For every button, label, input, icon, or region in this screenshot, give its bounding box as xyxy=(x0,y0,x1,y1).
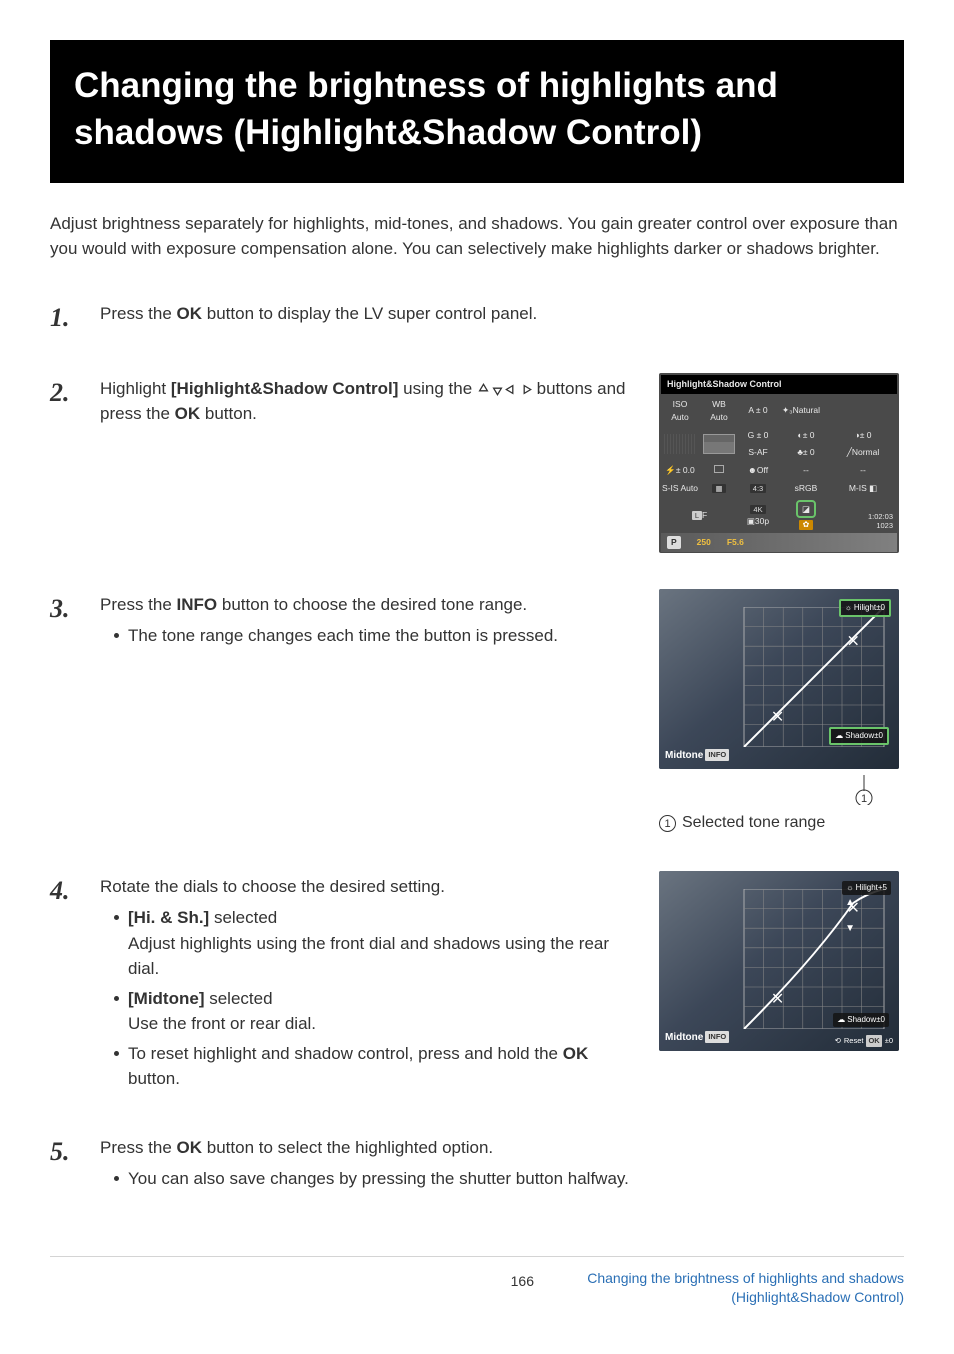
step-1-text-a: Press the xyxy=(100,304,177,323)
step-3-text-c: button to choose the desired tone range. xyxy=(217,595,527,614)
caption-text: Selected tone range xyxy=(682,811,825,835)
midtone-label: Midtone INFO xyxy=(665,1030,729,1045)
step-2: 2. Highlight [Highlight&Shadow Control] … xyxy=(50,373,904,553)
step-5-ok: OK xyxy=(177,1138,203,1157)
step-4: 4. Rotate the dials to choose the desire… xyxy=(50,871,904,1096)
svg-text:1: 1 xyxy=(861,793,867,805)
step-1-text-c: button to display the LV super control p… xyxy=(202,304,537,323)
callout-line: 1 xyxy=(659,775,899,805)
gear-icon: ✿ xyxy=(799,520,813,530)
step-5-text: Press the OK button to select the highli… xyxy=(100,1135,904,1161)
lv-m-is: M-IS ◧ xyxy=(835,480,891,497)
step-4-bullet-1: [Hi. & Sh.] selected Adjust highlights u… xyxy=(114,905,642,982)
lv-g-comp: G ± 0 xyxy=(739,427,777,444)
step-2-label: [Highlight&Shadow Control] xyxy=(171,379,399,398)
lv-normal: ╱Normal xyxy=(835,444,891,461)
page-footer: 166 Changing the brightness of highlight… xyxy=(50,1256,904,1308)
arrow-pad-glyph xyxy=(477,383,532,396)
caret-down-icon: ▼ xyxy=(845,921,855,936)
step-1: 1. Press the OK button to display the LV… xyxy=(50,298,904,337)
lv-s-af: S-AF xyxy=(739,444,777,461)
lv-shutter: 250 xyxy=(697,536,711,549)
step-4-b1-label: [Hi. & Sh.] xyxy=(128,908,209,927)
lv-s-is: S-IS Auto xyxy=(661,480,699,497)
caption-number: 1 xyxy=(659,815,676,832)
page-title: Changing the brightness of highlights an… xyxy=(50,40,904,183)
step-1-ok: OK xyxy=(177,304,203,323)
step-4-b1-sel: selected xyxy=(209,908,277,927)
lv-dash1: -- xyxy=(778,462,834,479)
lv-movie: 4K▣30p xyxy=(739,501,777,531)
step-2-number: 2. xyxy=(50,378,70,407)
midtone-label: Midtone INFO xyxy=(665,748,729,763)
lv-lf: LF xyxy=(661,507,738,524)
step-4-b3-c: button. xyxy=(128,1069,180,1088)
step-3-info: INFO xyxy=(177,595,218,614)
step-4-text: Rotate the dials to choose the desired s… xyxy=(100,874,642,900)
step-5-text-c: button to select the highlighted option. xyxy=(202,1138,493,1157)
lv-a-comp: A ± 0 xyxy=(739,402,777,419)
step-1-number: 1. xyxy=(50,303,70,332)
shadow-badge: ☁Shadow±0 xyxy=(833,1013,889,1027)
step-4-bullet-2: [Midtone] selected Use the front or rear… xyxy=(114,986,642,1037)
lv-face-off: ☻Off xyxy=(739,462,777,479)
step-3-caption: 1 Selected tone range xyxy=(659,811,899,835)
lv-super-control-panel: Highlight&Shadow Control ISOAuto WBAuto … xyxy=(659,373,899,553)
page-number: 166 xyxy=(511,1271,534,1292)
lv-saturation: ♣± 0 xyxy=(778,444,834,461)
lv-aspect: 4:3 xyxy=(739,480,777,497)
step-3-bullet-1: The tone range changes each time the but… xyxy=(114,623,642,649)
caret-up-icon: ▲ xyxy=(845,895,855,910)
step-5-number: 5. xyxy=(50,1137,70,1166)
tone-curve-panel-a: ☼Hilight±0 ☁Shadow±0 Midtone INFO xyxy=(659,589,899,769)
tone-curve-panel-b: ▲ ▼ ☼Hilight+5 ☁Shadow±0 Midtone INFO ⟲R… xyxy=(659,871,899,1051)
lv-aperture: F5.6 xyxy=(727,536,744,549)
step-4-b3-ok: OK xyxy=(563,1044,589,1063)
reset-ok-hint: ⟲Reset OK±0 xyxy=(835,1035,893,1046)
lv-dash2: -- xyxy=(835,462,891,479)
lv-panel-header: Highlight&Shadow Control xyxy=(661,375,897,395)
step-2-text-a: Highlight xyxy=(100,379,171,398)
step-5-text-a: Press the xyxy=(100,1138,177,1157)
step-3: 3. Press the INFO button to choose the d… xyxy=(50,589,904,835)
step-2-ok: OK xyxy=(175,404,201,423)
lv-flash-comp: ⚡± 0.0 xyxy=(661,462,699,479)
info-badge: INFO xyxy=(705,1031,729,1042)
lv-flash-meter xyxy=(661,432,699,456)
step-4-b3-a: To reset highlight and shadow control, p… xyxy=(128,1044,563,1063)
step-4-b1-body: Adjust highlights using the front dial a… xyxy=(128,934,609,979)
step-2-text-f: button. xyxy=(200,404,257,423)
step-3-number: 3. xyxy=(50,594,70,623)
lv-time-frames: 1:02:03 1023 xyxy=(868,512,893,531)
step-4-b2-sel: selected xyxy=(204,989,272,1008)
step-2-text-c: using the xyxy=(398,379,476,398)
lv-contrast: ◐± 0 xyxy=(778,427,834,444)
footer-link[interactable]: Changing the brightness of highlights an… xyxy=(574,1269,904,1308)
lv-sharpness: ◑± 0 xyxy=(835,427,891,444)
intro-paragraph: Adjust brightness separately for highlig… xyxy=(50,211,904,262)
lv-natural: ✦₃Natural xyxy=(778,402,891,419)
lv-mode-p: P xyxy=(667,536,681,549)
step-3-text: Press the INFO button to choose the desi… xyxy=(100,592,642,618)
shadow-badge: ☁Shadow±0 xyxy=(829,727,889,745)
step-1-text: Press the OK button to display the LV su… xyxy=(100,301,904,327)
step-4-b2-body: Use the front or rear dial. xyxy=(128,1014,316,1033)
lv-af-area: ▦ xyxy=(700,480,738,497)
lv-selected-item: ◪✿ xyxy=(778,498,834,534)
step-5: 5. Press the OK button to select the hig… xyxy=(50,1132,904,1196)
info-badge: INFO xyxy=(705,749,729,760)
step-4-number: 4. xyxy=(50,876,70,905)
lv-drive xyxy=(700,462,738,479)
lv-wb: WBAuto xyxy=(700,396,738,426)
lv-iso: ISOAuto xyxy=(661,396,699,426)
step-2-text: Highlight [Highlight&Shadow Control] usi… xyxy=(100,376,642,427)
highlight-badge: ☼Hilight±0 xyxy=(839,599,891,617)
step-3-text-a: Press the xyxy=(100,595,177,614)
lv-srgb: sRGB xyxy=(778,480,834,497)
step-4-bullet-3: To reset highlight and shadow control, p… xyxy=(114,1041,642,1092)
lv-histogram xyxy=(700,431,738,457)
highlight-badge: ☼Hilight+5 xyxy=(842,881,891,895)
step-5-bullet-1: You can also save changes by pressing th… xyxy=(114,1166,904,1192)
step-4-b2-label: [Midtone] xyxy=(128,989,204,1008)
